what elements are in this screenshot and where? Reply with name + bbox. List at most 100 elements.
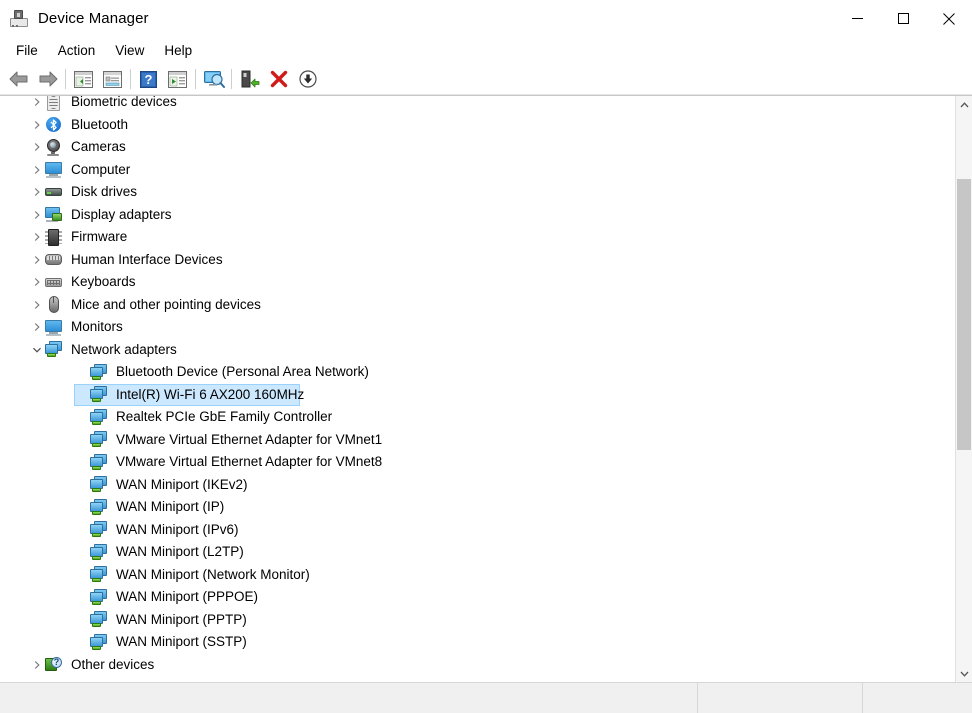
uninstall-device-button[interactable] (264, 66, 293, 92)
update-driver-button[interactable] (235, 66, 264, 92)
tree-item[interactable]: Realtek PCIe GbE Family Controller (0, 406, 955, 429)
menu-bar: File Action View Help (0, 37, 972, 64)
status-pane-1 (0, 683, 697, 713)
tree-item-label: Disk drives (71, 185, 137, 200)
scan-for-hardware-changes-button[interactable] (199, 66, 228, 92)
chevron-right-icon (32, 255, 42, 265)
minimize-button[interactable] (834, 0, 880, 37)
tree-item[interactable]: Cameras (0, 136, 955, 159)
tree-item[interactable]: Display adapters (0, 204, 955, 227)
network-adapter-icon (45, 341, 62, 358)
network-adapter-icon (90, 589, 107, 606)
tree-item-label: Mice and other pointing devices (71, 298, 261, 313)
maximize-button[interactable] (880, 0, 926, 37)
tree-item[interactable]: Disk drives (0, 181, 955, 204)
chevron-right-icon[interactable] (29, 184, 45, 200)
chevron-right-icon[interactable] (29, 207, 45, 223)
chevron-right-icon[interactable] (29, 117, 45, 133)
keyboard-icon (45, 274, 62, 291)
tree-item[interactable]: VMware Virtual Ethernet Adapter for VMne… (0, 451, 955, 474)
forward-button[interactable] (33, 66, 62, 92)
show-hide-console-tree-button[interactable] (69, 66, 98, 92)
back-button[interactable] (4, 66, 33, 92)
monitor-icon (45, 319, 62, 336)
tree-item[interactable]: WAN Miniport (IKEv2) (0, 474, 955, 497)
menu-action[interactable]: Action (48, 40, 106, 61)
chevron-right-icon[interactable] (29, 229, 45, 245)
tree-item-label: WAN Miniport (IP) (116, 500, 224, 515)
forward-arrow-icon (37, 70, 59, 88)
tree-item[interactable]: WAN Miniport (PPPOE) (0, 586, 955, 609)
tree-item[interactable]: VMware Virtual Ethernet Adapter for VMne… (0, 429, 955, 452)
tree-item[interactable]: Firmware (0, 226, 955, 249)
tree-item[interactable]: WAN Miniport (PPTP) (0, 609, 955, 632)
tree-item-label: Intel(R) Wi-Fi 6 AX200 160MHz (116, 388, 304, 403)
chevron-right-icon[interactable] (29, 162, 45, 178)
properties-button[interactable] (98, 66, 127, 92)
network-adapter-icon (90, 499, 107, 516)
tree-item[interactable]: Keyboards (0, 271, 955, 294)
network-adapter-icon (90, 454, 107, 471)
tree-item[interactable]: Intel(R) Wi-Fi 6 AX200 160MHz (0, 384, 955, 407)
vertical-scrollbar[interactable] (955, 96, 972, 682)
tree-item[interactable]: Biometric devices (0, 95, 955, 114)
other-devices-icon: ? (45, 656, 62, 673)
tree-item-label: Cameras (71, 140, 126, 155)
tree-item[interactable]: Human Interface Devices (0, 249, 955, 272)
scroll-down-button[interactable] (956, 665, 972, 682)
chevron-right-icon[interactable] (29, 252, 45, 268)
close-button[interactable] (926, 0, 972, 37)
tree-item[interactable]: Bluetooth Device (Personal Area Network) (0, 361, 955, 384)
chevron-right-icon (32, 142, 42, 152)
tree-item[interactable]: Monitors (0, 316, 955, 339)
tree-item[interactable]: Bluetooth (0, 114, 955, 137)
scroll-up-button[interactable] (956, 96, 972, 113)
chevron-right-icon[interactable] (29, 274, 45, 290)
chevron-right-icon[interactable] (29, 297, 45, 313)
menu-view[interactable]: View (105, 40, 154, 61)
menu-file[interactable]: File (6, 40, 48, 61)
tree-item[interactable]: ?Other devices (0, 654, 955, 677)
chevron-right-icon[interactable] (29, 139, 45, 155)
svg-text:?: ? (145, 72, 153, 87)
help-button[interactable]: ? (134, 66, 163, 92)
network-adapter-icon (90, 634, 107, 651)
tree-item[interactable]: WAN Miniport (SSTP) (0, 631, 955, 654)
disable-device-button[interactable] (293, 66, 322, 92)
tree-item-label: WAN Miniport (L2TP) (116, 545, 244, 560)
toolbar-separator-2 (130, 69, 131, 89)
tree-item[interactable]: WAN Miniport (IPv6) (0, 519, 955, 542)
network-adapter-icon (90, 364, 107, 381)
tree-item-label: Realtek PCIe GbE Family Controller (116, 410, 332, 425)
red-x-icon (270, 70, 288, 88)
menu-help[interactable]: Help (154, 40, 202, 61)
tree-item[interactable]: WAN Miniport (Network Monitor) (0, 564, 955, 587)
human-interface-device-icon (45, 251, 62, 268)
chevron-down-icon[interactable] (29, 342, 45, 358)
tree-item-label: Display adapters (71, 208, 172, 223)
scroll-up-arrow-icon (960, 102, 969, 108)
tree-item[interactable]: Computer (0, 159, 955, 182)
tree-item[interactable]: WAN Miniport (L2TP) (0, 541, 955, 564)
firmware-chip-icon (45, 229, 62, 246)
network-adapter-icon (90, 386, 107, 403)
scrollbar-thumb[interactable] (957, 179, 971, 449)
chevron-right-icon (32, 97, 42, 107)
chevron-down-icon (32, 345, 42, 355)
scrollbar-track[interactable] (956, 113, 972, 665)
device-tree[interactable]: Biometric devicesBluetooth Cameras Compute… (0, 95, 955, 682)
chevron-right-icon[interactable] (29, 95, 45, 110)
tree-item[interactable]: Mice and other pointing devices (0, 294, 955, 317)
tree-item[interactable]: Network adapters (0, 339, 955, 362)
properties-icon (103, 71, 122, 88)
console-tree-icon (74, 71, 93, 88)
network-adapter-icon (90, 409, 107, 426)
show-hide-action-pane-button[interactable] (163, 66, 192, 92)
status-bar (0, 682, 972, 713)
chevron-right-icon[interactable] (29, 319, 45, 335)
tree-item[interactable]: WAN Miniport (IP) (0, 496, 955, 519)
network-adapter-icon (90, 544, 107, 561)
back-arrow-icon (8, 70, 30, 88)
toolbar: ? (0, 64, 972, 95)
chevron-right-icon[interactable] (29, 657, 45, 673)
